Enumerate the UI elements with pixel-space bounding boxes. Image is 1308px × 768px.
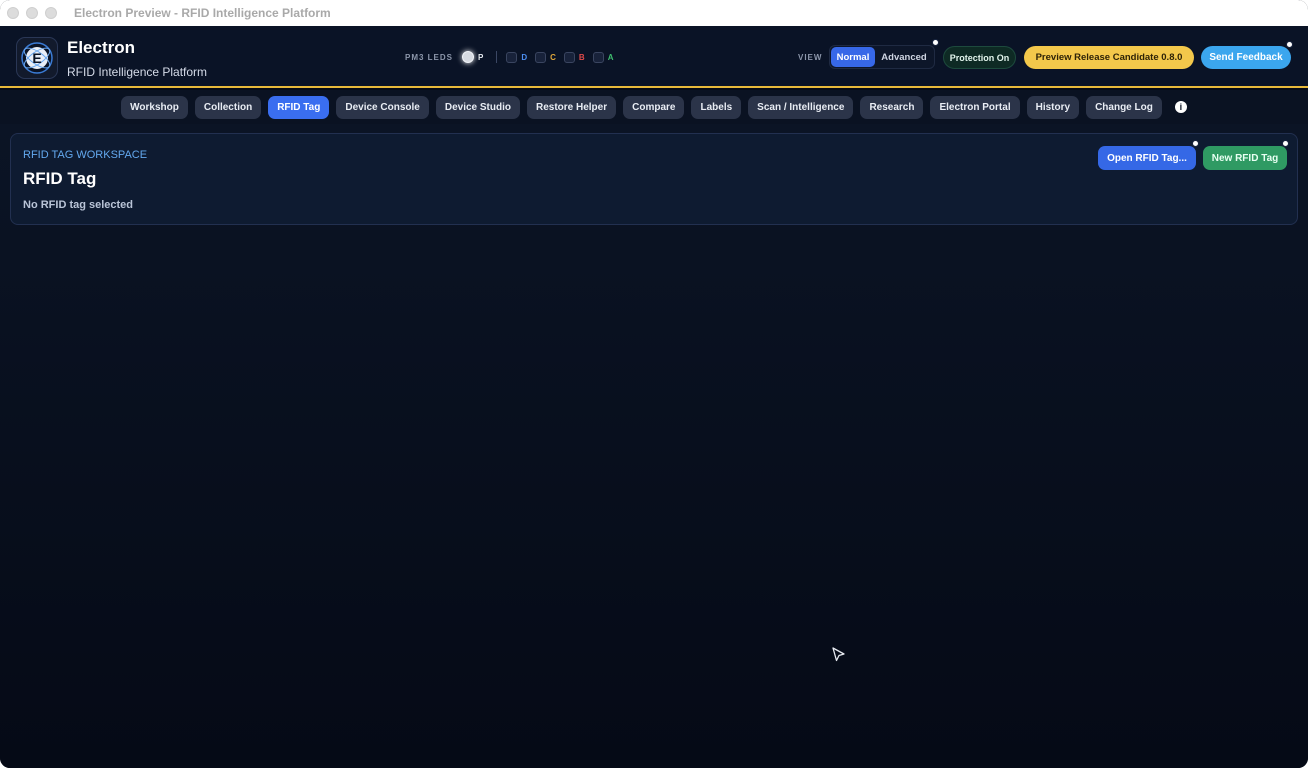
leds-divider (496, 51, 498, 63)
electron-logo-icon: E (21, 42, 53, 74)
window-title: Electron Preview - RFID Intelligence Pla… (74, 6, 331, 20)
svg-text:E: E (32, 50, 41, 66)
window-controls (7, 7, 57, 19)
feedback-help-dot-icon[interactable] (1286, 41, 1293, 48)
new-help-dot-icon[interactable] (1282, 140, 1289, 147)
minimize-window-button[interactable] (26, 7, 38, 19)
app-logo: E (16, 37, 58, 79)
info-icon[interactable]: i (1174, 101, 1187, 113)
led-b-letter: B (578, 52, 585, 62)
tab-labels[interactable]: Labels (691, 95, 742, 119)
led-d-letter: D (521, 52, 528, 62)
protection-button[interactable]: Protection On (943, 46, 1016, 69)
title-bar: Electron Preview - RFID Intelligence Pla… (0, 0, 1308, 26)
open-rfid-tag-button[interactable]: Open RFID Tag... (1098, 146, 1196, 170)
led-b-indicator (563, 51, 575, 63)
close-window-button[interactable] (7, 7, 19, 19)
zoom-window-button[interactable] (45, 7, 57, 19)
new-rfid-tag-button[interactable]: New RFID Tag (1203, 146, 1287, 170)
tab-change-log[interactable]: Change Log (1086, 95, 1162, 119)
send-feedback-button[interactable]: Send Feedback (1201, 46, 1291, 69)
tab-history[interactable]: History (1026, 95, 1080, 119)
brand-name: Electron (67, 38, 136, 57)
main-content: RFID TAG WORKSPACE RFID Tag No RFID tag … (0, 124, 1308, 768)
led-c-letter: C (550, 52, 556, 62)
led-p-indicator (462, 51, 475, 63)
led-p-letter: P (478, 52, 484, 62)
mouse-pointer-icon (832, 647, 845, 662)
view-normal-button[interactable]: Normal (831, 47, 875, 67)
view-label: VIEW (798, 53, 823, 62)
tab-electron-portal[interactable]: Electron Portal (930, 95, 1020, 119)
view-advanced-button[interactable]: Advanced (875, 47, 933, 67)
pm3-leds: PM3 LEDS P D C B A (405, 51, 617, 63)
tab-workshop[interactable]: Workshop (121, 95, 188, 119)
workspace-kicker: RFID TAG WORKSPACE (23, 149, 148, 161)
led-c-indicator (535, 51, 547, 63)
selection-status: No RFID tag selected (23, 199, 134, 211)
page-title: RFID Tag (23, 169, 97, 188)
led-d-indicator (506, 51, 518, 63)
led-a-letter: A (607, 52, 614, 62)
tab-scan-intelligence[interactable]: Scan / Intelligence (748, 95, 854, 119)
app-window: Electron Preview - RFID Intelligence Pla… (0, 0, 1308, 768)
tab-device-studio[interactable]: Device Studio (435, 95, 520, 119)
open-help-dot-icon[interactable] (1192, 140, 1199, 147)
view-help-dot-icon[interactable] (932, 39, 939, 46)
leds-label: PM3 LEDS (405, 52, 454, 62)
tab-collection[interactable]: Collection (194, 95, 262, 119)
view-toggle: Normal Advanced (829, 45, 935, 69)
tab-rfid-tag[interactable]: RFID Tag (268, 95, 330, 119)
tab-research[interactable]: Research (860, 95, 924, 119)
brand-subtitle: RFID Intelligence Platform (67, 65, 208, 79)
tab-restore-helper[interactable]: Restore Helper (526, 95, 617, 119)
app-header: E Electron RFID Intelligence Platform PM… (0, 26, 1308, 88)
release-candidate-button[interactable]: Preview Release Candidate 0.8.0 (1024, 46, 1194, 69)
main-nav: Workshop Collection RFID Tag Device Cons… (0, 90, 1308, 124)
led-a-indicator (592, 51, 604, 63)
rfid-tag-workspace-card: RFID TAG WORKSPACE RFID Tag No RFID tag … (10, 133, 1298, 225)
tab-device-console[interactable]: Device Console (336, 95, 429, 119)
tab-compare[interactable]: Compare (623, 95, 685, 119)
